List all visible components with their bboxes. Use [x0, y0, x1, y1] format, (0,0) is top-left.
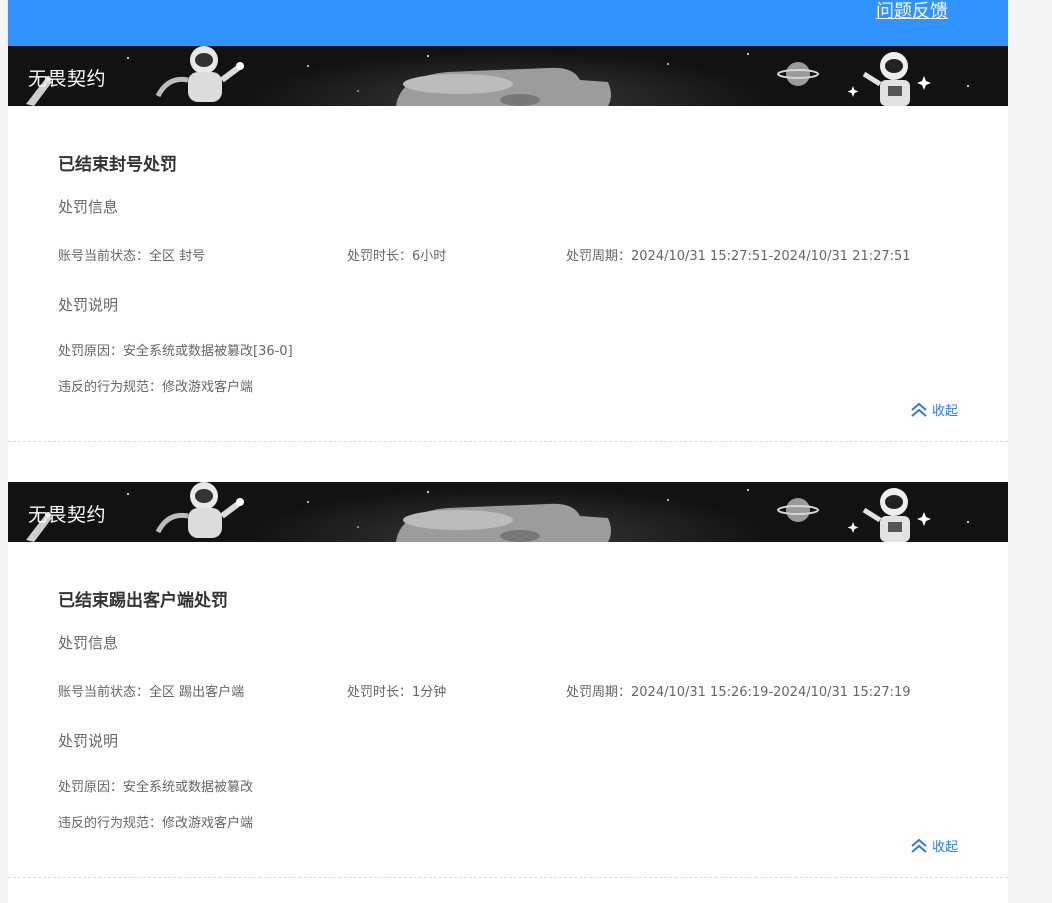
collapse-label: 收起	[931, 840, 958, 855]
penalty-info-heading: 处罚信息	[58, 634, 119, 652]
card-divider	[8, 877, 1008, 878]
collapse-button[interactable]: 收起	[910, 400, 958, 419]
card-divider	[8, 441, 1008, 442]
penalty-duration: 处罚时长：6小时	[347, 249, 447, 264]
account-status: 账号当前状态：全区 封号	[58, 249, 206, 264]
double-chevron-up-icon	[911, 838, 927, 853]
game-banner: 无畏契约	[8, 46, 1008, 106]
penalty-title: 已结束封号处罚	[58, 155, 177, 175]
collapse-label: 收起	[931, 404, 958, 419]
violated-rule: 违反的行为规范：修改游戏客户端	[58, 380, 254, 395]
game-banner: 无畏契约	[8, 482, 1008, 542]
penalty-description-heading: 处罚说明	[58, 296, 119, 314]
penalty-card: 无畏契约 已结束踢出客户端处罚 处罚信息 账号当前状态：全区 踢出客户端 处罚时…	[8, 482, 1008, 878]
page: 问题反馈 无畏契约 已结束封号处罚 处罚信息 账号当前状态：全区 封号 处罚时长…	[8, 0, 1008, 903]
account-status: 账号当前状态：全区 踢出客户端	[58, 685, 245, 700]
penalty-period: 处罚周期：2024/10/31 15:26:19-2024/10/31 15:2…	[566, 685, 911, 700]
penalty-description-heading: 处罚说明	[58, 732, 119, 750]
penalty-title: 已结束踢出客户端处罚	[58, 591, 228, 611]
game-name: 无畏契约	[28, 68, 107, 90]
space-banner-illustration	[8, 46, 1008, 106]
penalty-info-heading: 处罚信息	[58, 198, 119, 216]
game-name: 无畏契约	[28, 504, 107, 526]
feedback-link[interactable]: 问题反馈	[876, 0, 948, 24]
penalty-card: 无畏契约 已结束封号处罚 处罚信息 账号当前状态：全区 封号 处罚时长：6小时 …	[8, 46, 1008, 442]
collapse-button[interactable]: 收起	[910, 836, 958, 855]
penalty-period: 处罚周期：2024/10/31 15:27:51-2024/10/31 21:2…	[566, 249, 911, 264]
top-header-bar: 问题反馈	[8, 0, 1008, 46]
penalty-reason: 处罚原因：安全系统或数据被篡改[36-0]	[58, 344, 293, 359]
double-chevron-up-icon	[911, 402, 927, 417]
violated-rule: 违反的行为规范：修改游戏客户端	[58, 816, 254, 831]
space-banner-illustration	[8, 482, 1008, 542]
penalty-duration: 处罚时长：1分钟	[347, 685, 447, 700]
penalty-reason: 处罚原因：安全系统或数据被篡改	[58, 780, 254, 795]
